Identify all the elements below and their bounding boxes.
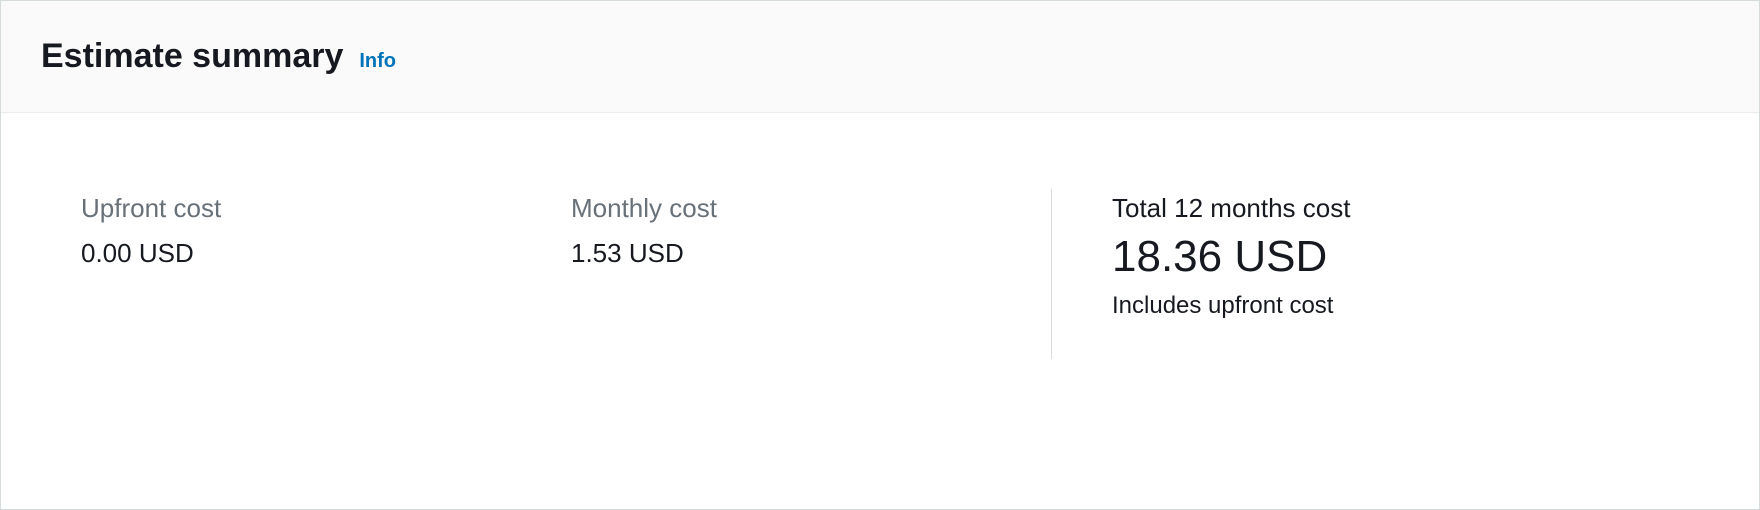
upfront-cost-value: 0.00 USD — [81, 238, 571, 269]
upfront-cost-block: Upfront cost 0.00 USD — [81, 193, 571, 269]
panel-title: Estimate summary — [41, 37, 343, 76]
monthly-cost-value: 1.53 USD — [571, 238, 1001, 269]
upfront-cost-label: Upfront cost — [81, 193, 571, 224]
info-link[interactable]: Info — [359, 50, 396, 73]
panel-header: Estimate summary Info — [1, 1, 1759, 113]
estimate-summary-panel: Estimate summary Info Upfront cost 0.00 … — [0, 0, 1760, 510]
total-cost-block: Total 12 months cost 18.36 USD Includes … — [1112, 193, 1350, 320]
total-cost-label: Total 12 months cost — [1112, 193, 1350, 224]
total-cost-value: 18.36 USD — [1112, 232, 1350, 282]
monthly-cost-block: Monthly cost 1.53 USD — [571, 193, 1001, 269]
panel-content: Upfront cost 0.00 USD Monthly cost 1.53 … — [1, 113, 1759, 509]
vertical-divider — [1051, 189, 1052, 359]
monthly-cost-label: Monthly cost — [571, 193, 1001, 224]
total-cost-note: Includes upfront cost — [1112, 292, 1350, 320]
